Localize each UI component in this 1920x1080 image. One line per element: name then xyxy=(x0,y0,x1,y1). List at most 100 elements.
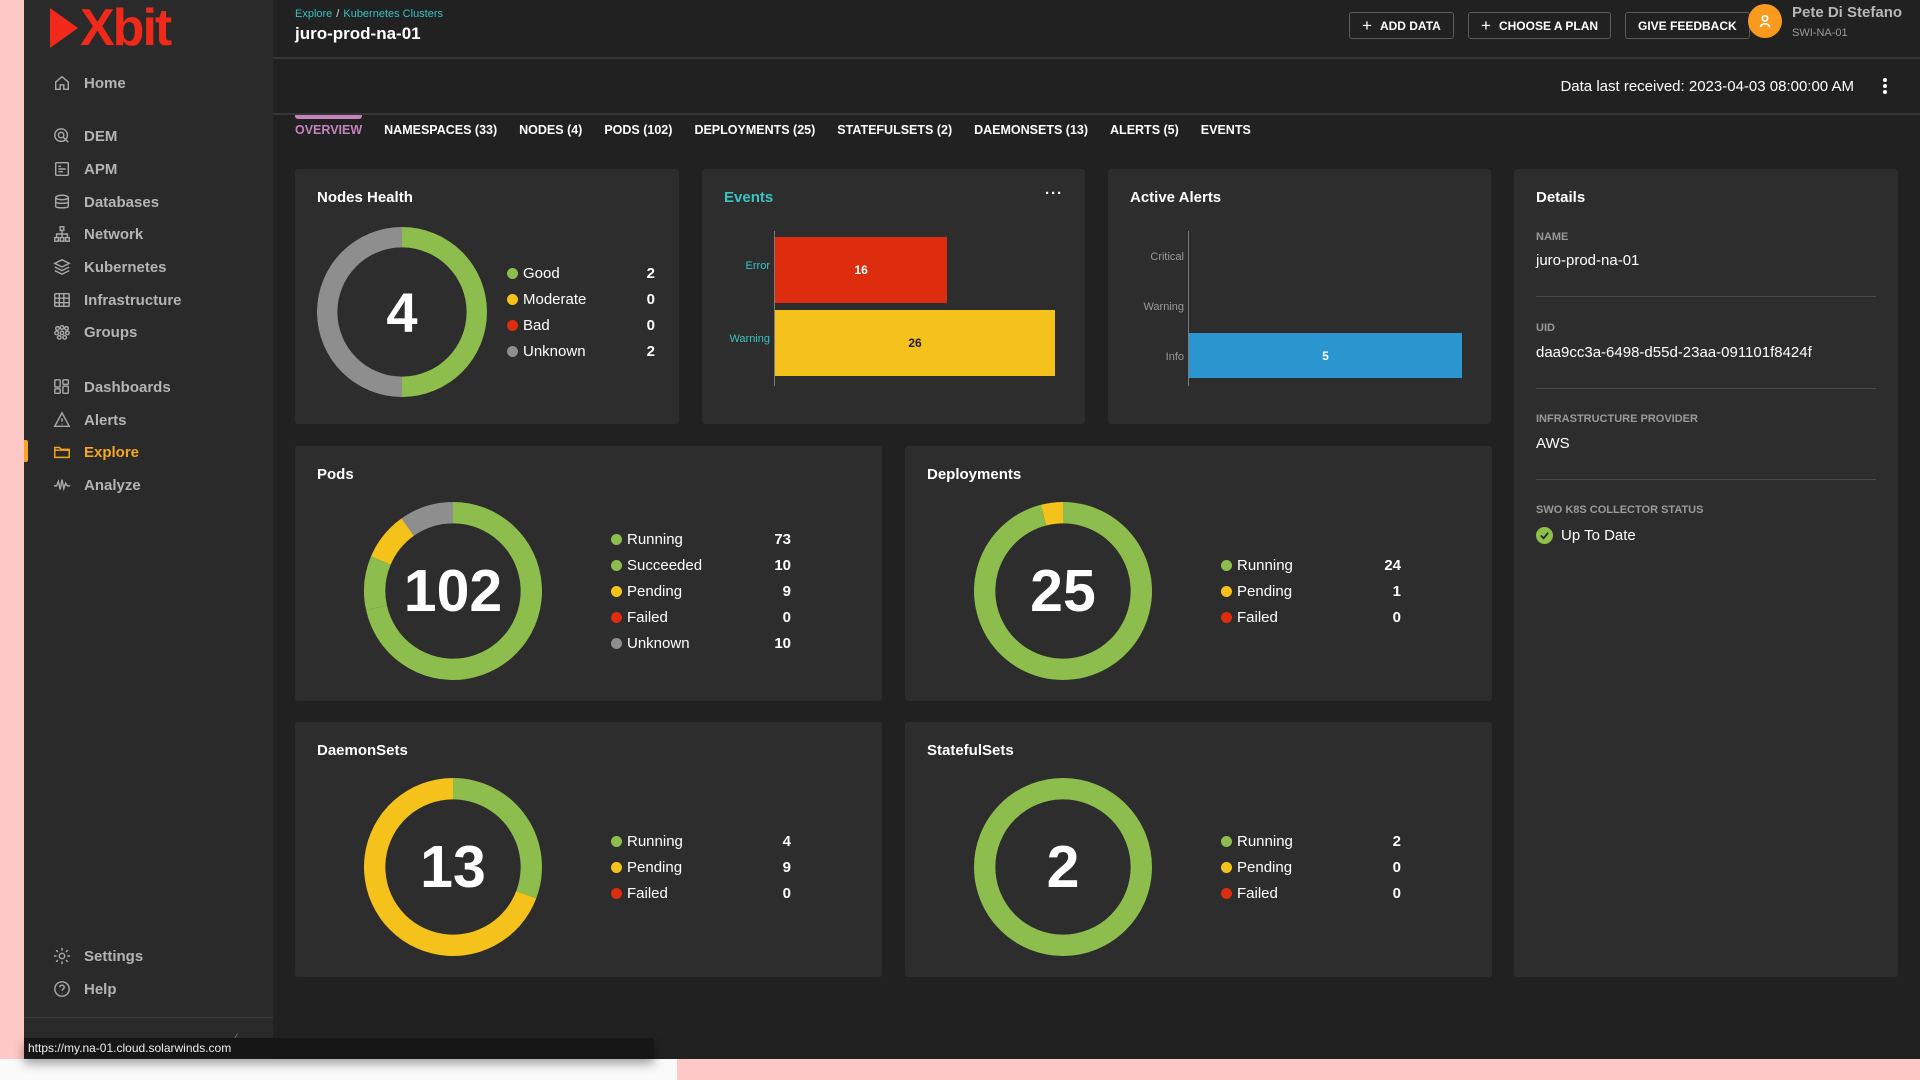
sidebar-item-apm[interactable]: APM xyxy=(52,156,117,182)
sidebar-item-dashboards[interactable]: Dashboards xyxy=(52,374,171,400)
legend-item-pending[interactable]: Pending 9 xyxy=(611,578,791,604)
details-divider xyxy=(1536,388,1876,389)
tab-pods[interactable]: PODS (102) xyxy=(604,115,672,145)
sidebar-item-groups[interactable]: Groups xyxy=(52,319,137,345)
breadcrumb-kubernetes-clusters[interactable]: Kubernetes Clusters xyxy=(343,8,443,20)
legend-item-bad[interactable]: Bad 0 xyxy=(507,312,655,338)
tab-namespaces[interactable]: NAMESPACES (33) xyxy=(384,115,497,145)
user-name[interactable]: Pete Di Stefano xyxy=(1792,4,1902,21)
legend-label: Pending xyxy=(1237,858,1293,876)
sidebar-item-label: Network xyxy=(84,225,144,243)
sidebar-item-settings[interactable]: Settings xyxy=(52,943,143,969)
collector-status: Up To Date xyxy=(1536,527,1636,544)
top-header: Explore / Kubernetes Clusters juro-prod-na… xyxy=(273,0,1920,59)
legend-dot-icon xyxy=(611,637,622,649)
legend-label: Pending xyxy=(627,582,683,600)
legend-dot-icon xyxy=(611,533,622,545)
add-data-button[interactable]: + ADD DATA xyxy=(1349,12,1454,39)
sidebar-item-label: Explore xyxy=(84,443,140,461)
card-menu-icon[interactable]: ··· xyxy=(1045,185,1063,202)
pods-donut: 102 xyxy=(364,502,542,680)
sidebar-item-analyze[interactable]: Analyze xyxy=(52,472,141,498)
legend-label: Running xyxy=(627,832,683,850)
check-circle-icon xyxy=(1536,527,1553,544)
legend-item-failed[interactable]: Failed 0 xyxy=(1221,880,1401,906)
legend-value: 0 xyxy=(782,884,791,902)
sidebar-item-network[interactable]: Network xyxy=(52,221,143,247)
legend-item-failed[interactable]: Failed 0 xyxy=(611,880,791,906)
legend-value: 24 xyxy=(1384,556,1401,574)
legend-value: 10 xyxy=(774,634,791,652)
pods-card: Pods 102 Running 73 Succeeded 10 Pending 9 Fai… xyxy=(295,446,882,701)
tab-nodes[interactable]: NODES (4) xyxy=(519,115,582,145)
card-title[interactable]: Events xyxy=(724,189,773,206)
legend-item-pending[interactable]: Pending 9 xyxy=(611,854,791,880)
plus-icon: + xyxy=(1362,16,1372,35)
avatar[interactable] xyxy=(1748,4,1782,38)
legend-item-failed[interactable]: Failed 0 xyxy=(1221,604,1401,630)
events-card: Events ··· Error 16 Warning 26 xyxy=(702,169,1085,424)
more-options-icon[interactable] xyxy=(1882,75,1888,97)
choose-plan-button[interactable]: + CHOOSE A PLAN xyxy=(1468,12,1612,39)
bar-value-label: 16 xyxy=(854,263,868,277)
nodes-health-card: Nodes Health 4 Good 2 Moderate 0 Bad 0 Unknown… xyxy=(295,169,679,424)
legend-label: Pending xyxy=(1237,582,1293,600)
legend-item-running[interactable]: Running 4 xyxy=(611,828,791,854)
sidebar-item-kubernetes[interactable]: Kubernetes xyxy=(52,254,167,280)
sidebar-item-alerts[interactable]: Alerts xyxy=(52,407,127,433)
legend-label: Moderate xyxy=(523,290,587,308)
legend-value: 0 xyxy=(646,290,655,308)
legend-item-unknown[interactable]: Unknown 10 xyxy=(611,630,791,656)
tab-events[interactable]: EVENTS xyxy=(1201,115,1251,145)
legend-item-moderate[interactable]: Moderate 0 xyxy=(507,286,655,312)
bar-info[interactable]: 5 xyxy=(1189,333,1462,378)
nodes-health-legend: Good 2 Moderate 0 Bad 0 Unknown 2 xyxy=(507,260,655,364)
legend-item-running[interactable]: Running 2 xyxy=(1221,828,1401,854)
breadcrumb-separator: / xyxy=(336,8,340,20)
legend-value: 9 xyxy=(782,858,791,876)
tab-daemonsets[interactable]: DAEMONSETS (13) xyxy=(974,115,1088,145)
daemonsets-card: DaemonSets 13 Running 4 Pending 9 Failed 0 xyxy=(295,722,882,977)
legend-dot-icon xyxy=(1221,559,1232,571)
legend-item-good[interactable]: Good 2 xyxy=(507,260,655,286)
sidebar-item-explore[interactable]: Explore xyxy=(52,439,139,465)
sidebar-item-infrastructure[interactable]: Infrastructure xyxy=(52,287,182,313)
legend-label: Unknown xyxy=(627,634,690,652)
sidebar-item-label: Settings xyxy=(84,947,144,965)
legend-dot-icon xyxy=(507,345,518,357)
legend-dot-icon xyxy=(507,319,518,331)
sidebar-item-help[interactable]: Help xyxy=(52,976,117,1002)
legend-item-running[interactable]: Running 73 xyxy=(611,526,791,552)
logo[interactable]: Xbit xyxy=(50,2,172,54)
bar-error[interactable]: 16 xyxy=(775,237,948,303)
user-org: SWI-NA-01 xyxy=(1792,27,1848,39)
sidebar-item-home[interactable]: Home xyxy=(52,70,126,96)
sidebar-item-databases[interactable]: Databases xyxy=(52,189,159,215)
give-feedback-button[interactable]: GIVE FEEDBACK xyxy=(1625,12,1750,39)
groups-icon xyxy=(52,322,72,342)
help-icon xyxy=(52,979,72,999)
legend-item-failed[interactable]: Failed 0 xyxy=(611,604,791,630)
grid-icon xyxy=(52,290,72,310)
sidebar-item-dem[interactable]: DEM xyxy=(52,123,117,149)
legend-label: Failed xyxy=(1237,608,1278,626)
legend-dot-icon xyxy=(611,559,622,571)
category-label: Warning xyxy=(1143,301,1184,313)
sidebar-item-label: Infrastructure xyxy=(84,291,182,309)
bar-warning[interactable]: 26 xyxy=(775,310,1055,376)
warning-icon xyxy=(52,410,72,430)
legend-dot-icon xyxy=(611,835,622,847)
tab-alerts[interactable]: ALERTS (5) xyxy=(1110,115,1179,145)
tab-statefulsets[interactable]: STATEFULSETS (2) xyxy=(837,115,952,145)
tab-deployments[interactable]: DEPLOYMENTS (25) xyxy=(694,115,815,145)
legend-item-pending[interactable]: Pending 0 xyxy=(1221,854,1401,880)
legend-item-pending[interactable]: Pending 1 xyxy=(1221,578,1401,604)
legend-item-unknown[interactable]: Unknown 2 xyxy=(507,338,655,364)
breadcrumb-explore[interactable]: Explore xyxy=(295,8,332,20)
deployments-legend: Running 24 Pending 1 Failed 0 xyxy=(1221,552,1401,630)
legend-label: Running xyxy=(627,530,683,548)
tab-overview[interactable]: OVERVIEW xyxy=(295,115,363,145)
legend-item-succeeded[interactable]: Succeeded 10 xyxy=(611,552,791,578)
legend-dot-icon xyxy=(1221,835,1232,847)
legend-item-running[interactable]: Running 24 xyxy=(1221,552,1401,578)
